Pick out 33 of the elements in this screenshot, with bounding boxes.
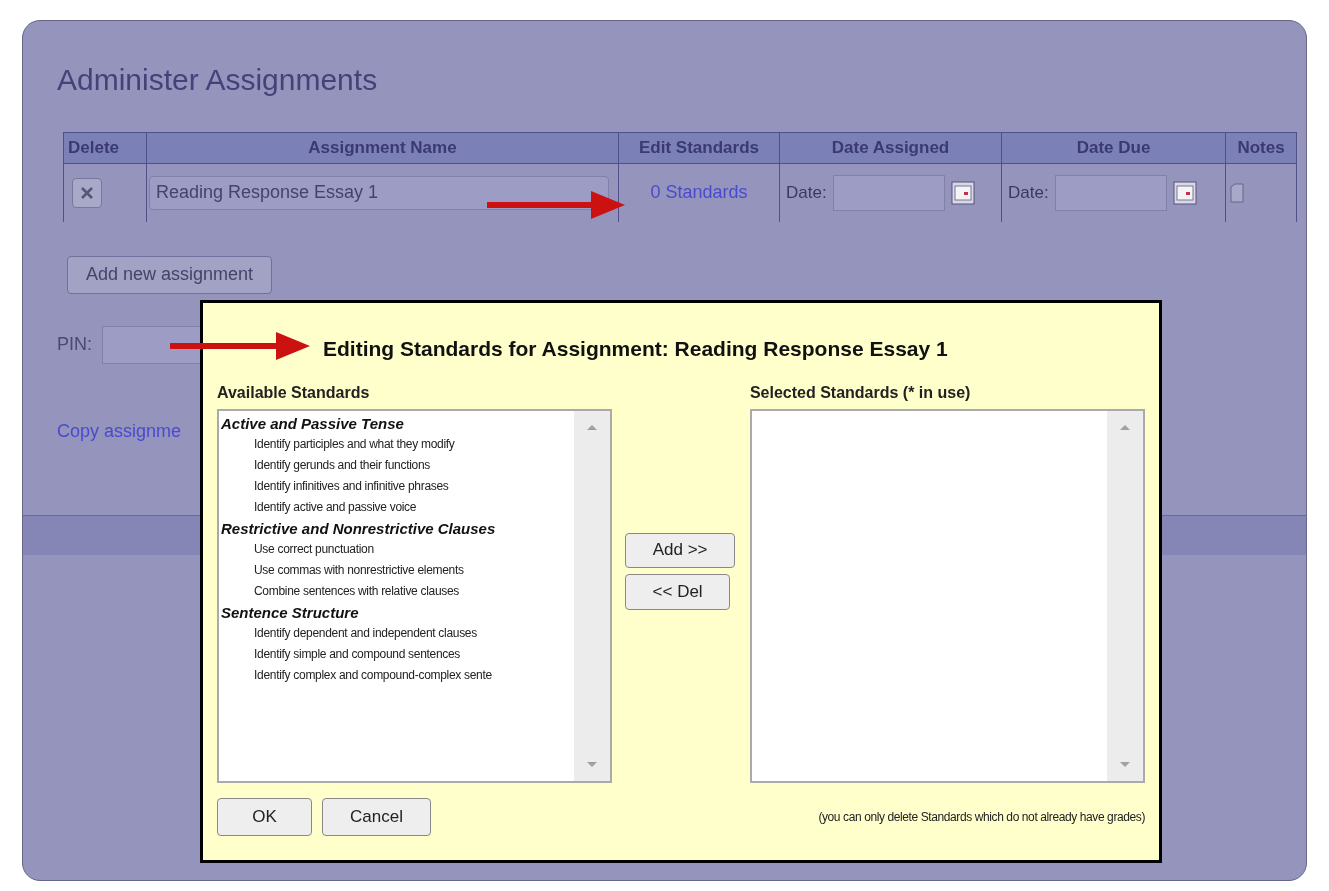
page-title: Administer Assignments <box>57 62 379 98</box>
ok-button[interactable]: OK <box>217 797 312 836</box>
cancel-button[interactable]: Cancel <box>322 797 431 836</box>
list-item[interactable]: Identify complex and compound-complex sente <box>221 664 575 686</box>
column-header: Notes <box>1225 132 1297 164</box>
list-item[interactable]: Identify active and passive voice <box>221 496 575 518</box>
group-heading: Sentence Structure <box>221 602 360 623</box>
list-item[interactable]: Use correct punctuation <box>221 538 575 560</box>
add-button[interactable]: Add >> <box>625 532 736 568</box>
column-header: Date Assigned <box>779 132 1002 164</box>
delete-button[interactable]: << Del <box>625 573 731 610</box>
column-header: Edit Standards <box>618 132 780 164</box>
available-label: Available Standards <box>217 382 371 403</box>
list-item[interactable]: Combine sentences with relative clauses <box>221 580 575 602</box>
list-item[interactable]: Identify infinitives and infinitive phrases <box>221 475 575 497</box>
list-item[interactable]: Identify simple and compound sentences <box>221 643 575 665</box>
dialog-title: Editing Standards for Assignment: Reading Response Essay 1 <box>323 336 949 362</box>
group-heading: Active and Passive Tense <box>221 413 405 434</box>
column-header: Date Due <box>1001 132 1226 164</box>
selected-label: Selected Standards (* in use) <box>749 382 972 403</box>
list-item[interactable]: Use commas with nonrestrictive elements <box>221 559 575 581</box>
add-assignment-button[interactable]: Add new assignment <box>67 255 273 294</box>
list-item[interactable]: Identify gerunds and their functions <box>221 454 575 476</box>
date-label: Date: <box>1008 182 1049 204</box>
date-label: Date: <box>786 182 827 204</box>
column-header: Assignment Name <box>146 132 619 164</box>
column-header: Delete <box>63 132 147 164</box>
delete-note: (you can only delete Standards which do not already have grades) <box>818 808 1145 826</box>
list-item[interactable]: Identify participles and what they modify <box>221 433 575 455</box>
pin-label: PIN: <box>57 333 92 356</box>
list-item[interactable]: Identify dependent and independent clauses <box>221 622 575 644</box>
assignment-name-field[interactable]: Reading Response Essay 1 <box>149 175 609 210</box>
group-heading: Restrictive and Nonrestrictive Clauses <box>221 518 497 539</box>
